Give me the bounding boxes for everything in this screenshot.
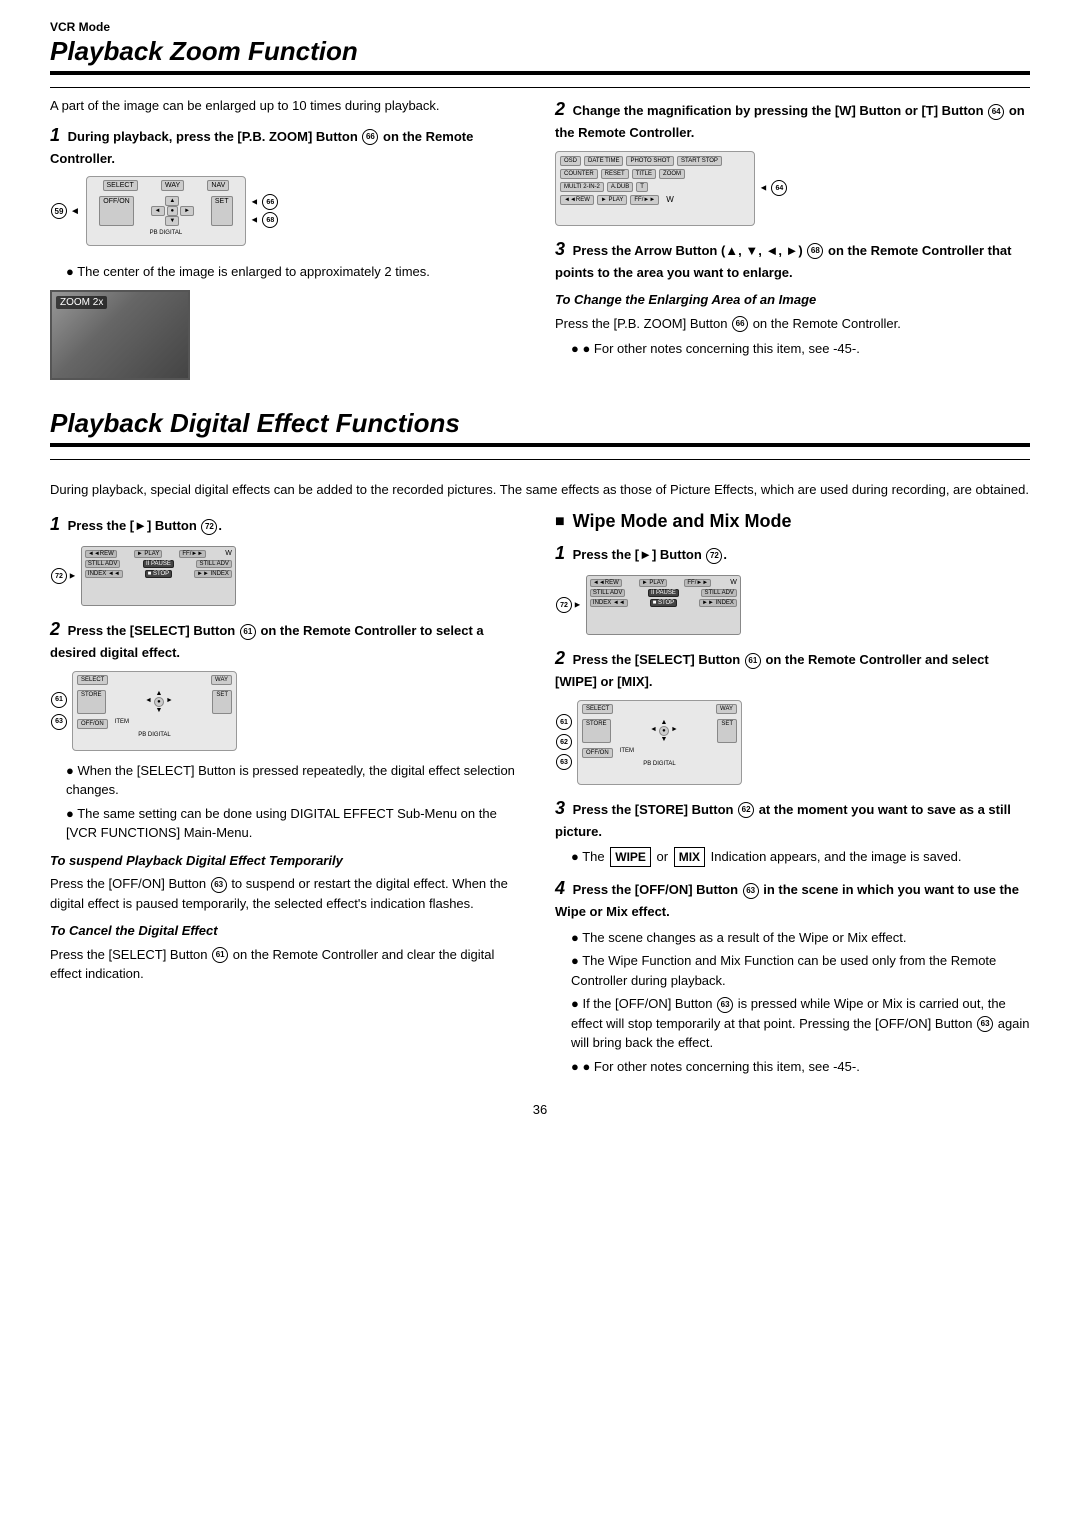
mix-box-label: MIX xyxy=(674,847,705,867)
section1-left-col: A part of the image can be enlarged up t… xyxy=(50,96,525,388)
section2-step1-remote: 72► ◄◄REW ► PLAY FF/►► W STILL ADV II PA… xyxy=(50,546,525,606)
wipe-bullet2: If the [OFF/ON] Button 63 is pressed whi… xyxy=(571,994,1030,1053)
remote-diagram-step1: SELECT WAY NAV OFF/ON ▲ ◄ ● ► xyxy=(86,176,246,246)
section1-step1-heading: 1 During playback, press the [P.B. ZOOM]… xyxy=(50,122,525,169)
section1-note: ● For other notes concerning this item, … xyxy=(571,339,1030,359)
section2-right-col: Wipe Mode and Mix Mode 1 Press the [►] B… xyxy=(555,511,1030,1080)
section1-bullet1: The center of the image is enlarged to a… xyxy=(66,262,525,282)
section2-step1-heading: 1 Press the [►] Button 72. xyxy=(50,511,525,538)
section1-step3-heading: 3 Press the Arrow Button (▲, ▼, ◄, ►) 68… xyxy=(555,236,1030,283)
step2-remote-diagram: OSD DATE TIME PHOTO SHOT START STOP COUN… xyxy=(555,151,1030,226)
section1-step2-heading: 2 Change the magnification by pressing t… xyxy=(555,96,1030,143)
zoom-label: ZOOM 2x xyxy=(56,296,107,309)
wipe-step1-remote: 72► ◄◄REW ► PLAY FF/►► W STILL ADV II PA… xyxy=(555,575,1030,635)
section2-italic-suspend-head: To suspend Playback Digital Effect Tempo… xyxy=(50,851,525,871)
label-59: 59 xyxy=(51,203,67,219)
section2-italic-suspend-text: Press the [OFF/ON] Button 63 to suspend … xyxy=(50,874,525,913)
wipe-box-label: WIPE xyxy=(610,847,651,867)
zoom-2x-image: ZOOM 2x xyxy=(50,290,190,380)
wipe-step2-heading: 2 Press the [SELECT] Button 61 on the Re… xyxy=(555,645,1030,692)
section2-bullet2: The same setting can be done using DIGIT… xyxy=(66,804,525,843)
wipe-bullet-store: The WIPE or MIX Indication appears, and … xyxy=(571,847,1030,867)
wipe-step4-heading: 4 Press the [OFF/ON] Button 63 in the sc… xyxy=(555,875,1030,922)
page-number: 36 xyxy=(50,1100,1030,1120)
section1-italic-head: To Change the Enlarging Area of an Image xyxy=(555,290,1030,310)
wipe-step3-heading: 3 Press the [STORE] Button 62 at the mom… xyxy=(555,795,1030,842)
section2-italic-cancel-head: To Cancel the Digital Effect xyxy=(50,921,525,941)
wipe-bullet1: The Wipe Function and Mix Function can b… xyxy=(571,951,1030,990)
section2-step2-heading: 2 Press the [SELECT] Button 61 on the Re… xyxy=(50,616,525,663)
section2-italic-cancel-text: Press the [SELECT] Button 61 on the Remo… xyxy=(50,945,525,984)
section1-italic-text: Press the [P.B. ZOOM] Button 66 on the R… xyxy=(555,314,1030,334)
wipe-step2-remote: 61 62 63 SELECT WAY STORE ▲ ◄ xyxy=(555,700,1030,785)
wipe-step1-heading: 1 Press the [►] Button 72. xyxy=(555,540,1030,567)
section2-left-col: 1 Press the [►] Button 72. 72► ◄◄REW ► P… xyxy=(50,511,525,1080)
section2-bullet1: When the [SELECT] Button is pressed repe… xyxy=(66,761,525,800)
section1-title: Playback Zoom Function xyxy=(50,36,1030,67)
section2-step2-remote: 61 63 SELECT WAY STORE ▲ ◄ ● xyxy=(50,671,525,751)
section2-intro: During playback, special digital effects… xyxy=(50,480,1030,500)
section1-right-col: 2 Change the magnification by pressing t… xyxy=(555,96,1030,388)
wipe-mode-heading: Wipe Mode and Mix Mode xyxy=(555,511,1030,532)
section1-intro: A part of the image can be enlarged up t… xyxy=(50,96,525,116)
wipe-bullet-scene: The scene changes as a result of the Wip… xyxy=(571,928,1030,948)
step1-diagram-wrap: 59 ◄ SELECT WAY NAV OFF/ON ▲ ◄ xyxy=(50,176,525,254)
wipe-note: ● For other notes concerning this item, … xyxy=(571,1057,1030,1077)
vcr-mode-label: VCR Mode xyxy=(50,20,1030,34)
section2-title: Playback Digital Effect Functions xyxy=(50,408,1030,439)
